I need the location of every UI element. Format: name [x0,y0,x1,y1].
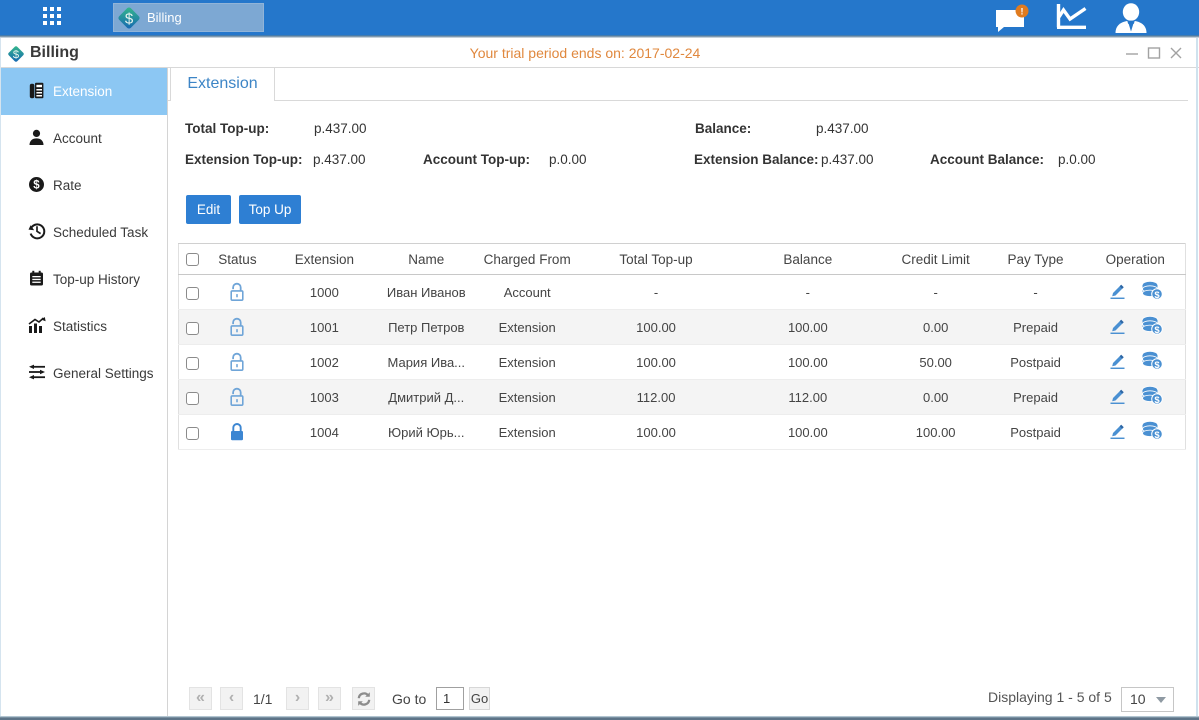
svg-text:$: $ [33,179,40,191]
svg-text:!: ! [1021,7,1024,17]
svg-text:$: $ [1154,290,1160,300]
svg-text:$: $ [1154,360,1160,370]
svg-text:$: $ [125,10,134,27]
svg-text:$: $ [1154,430,1160,440]
svg-text:$: $ [1154,325,1160,335]
svg-text:$: $ [1154,395,1160,405]
